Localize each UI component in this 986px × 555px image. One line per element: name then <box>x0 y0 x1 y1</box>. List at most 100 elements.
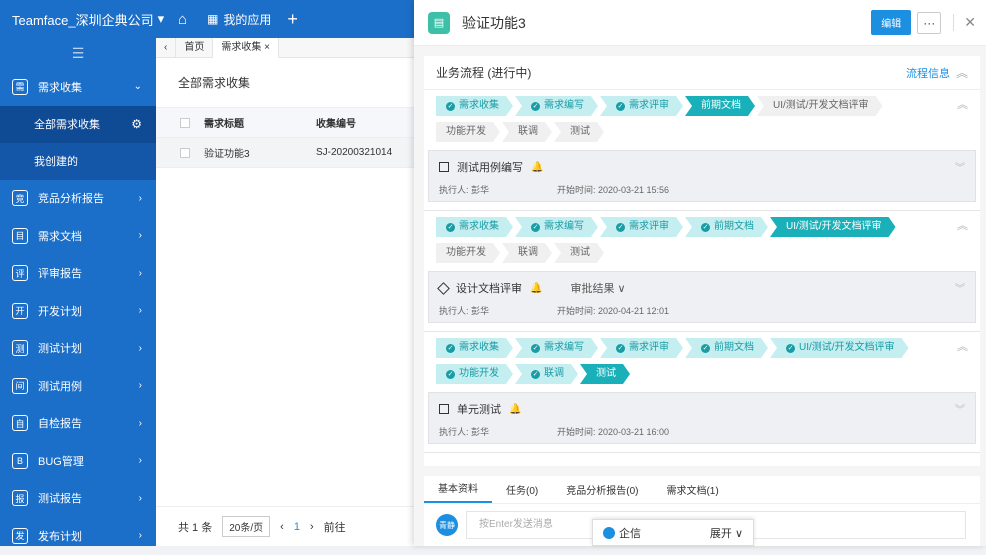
workflow-step[interactable]: 测试 <box>554 243 604 263</box>
sidebar-item[interactable]: 测测试计划 › <box>0 330 156 368</box>
sidebar-item[interactable]: 竞竞品分析报告 › <box>0 180 156 218</box>
tab-basic[interactable]: 基本资料 <box>424 480 492 503</box>
workflow-step[interactable]: ✓ 需求编写 <box>515 217 598 237</box>
tab-requirement[interactable]: 需求收集 × <box>213 37 279 58</box>
step-label: 需求收集 <box>459 342 499 353</box>
bell-icon[interactable]: 🔔 <box>531 162 543 173</box>
add-icon[interactable]: + <box>287 9 298 30</box>
workflow-step[interactable]: UI/测试/开发文档评审 <box>757 96 883 116</box>
company-switcher[interactable]: Teamface_深圳企典公司 ▾ <box>0 10 164 29</box>
step-label: 前期文档 <box>714 221 754 232</box>
expand-icon[interactable]: ︾ <box>955 280 965 295</box>
sidebar-item-label: 测试报告 <box>38 493 82 506</box>
collapse-icon[interactable]: ︽ <box>957 96 968 112</box>
tab-docs[interactable]: 需求文档(1) <box>652 482 732 503</box>
sidebar-item[interactable]: 需需求收集 ⌄ <box>0 68 156 106</box>
panel-title: 验证功能3 <box>462 14 526 31</box>
sidebar-item[interactable]: 开开发计划 › <box>0 292 156 330</box>
tab-home[interactable]: 首页 <box>176 37 214 58</box>
workflow-step[interactable]: ✓ 前期文档 <box>685 338 768 358</box>
sidebar-sub-mine[interactable]: 我创建的 <box>0 142 156 180</box>
workflow-info-link[interactable]: 流程信息 <box>906 65 950 81</box>
tab-competitor[interactable]: 竞品分析报告(0) <box>552 482 652 503</box>
sidebar-item-label: 需求收集 <box>38 81 82 94</box>
qixin-label: 企信 <box>619 527 641 540</box>
more-button[interactable]: ··· <box>917 11 942 34</box>
workflow-step[interactable]: 前期文档 <box>685 96 755 116</box>
prev-page-icon[interactable]: ‹ <box>280 521 284 533</box>
page-number[interactable]: 1 <box>294 521 300 533</box>
gear-icon[interactable]: ⚙ <box>131 117 142 131</box>
workflow-step[interactable]: ✓ 需求收集 <box>436 338 513 358</box>
sidebar-item[interactable]: 自自检报告 › <box>0 405 156 443</box>
workflow-step[interactable]: ✓ UI/测试/开发文档评审 <box>770 338 909 358</box>
sidebar-item[interactable]: 间测试用例 › <box>0 367 156 405</box>
row-checkbox[interactable] <box>180 147 190 158</box>
next-page-icon[interactable]: › <box>310 521 314 533</box>
workflow-step[interactable]: ✓ 需求评审 <box>600 217 683 237</box>
collapse-icon[interactable]: ︽ <box>956 64 968 81</box>
collapse-icon[interactable]: ︽ <box>957 338 968 354</box>
cell-title[interactable]: 验证功能3 <box>204 145 316 160</box>
task-card[interactable]: 单元测试 🔔 执行人: 彭华 开始时间: 2020-03-21 16:00 ︾ <box>428 392 976 444</box>
step-label: 测试 <box>596 368 616 379</box>
workflow-stage: ✓ 需求收集 ✓ 需求编写 ✓ 需求评审 前期文档 UI/测试/开发文档评审功能开发 联调 测试 ︽… <box>424 90 980 211</box>
expand-button[interactable]: 展开 ∨ <box>710 525 743 541</box>
workflow-step[interactable]: 联调 <box>502 122 552 142</box>
step-bar: ✓ 需求收集 ✓ 需求编写 ✓ 需求评审 ✓ 前期文档 ✓ UI/测试/开发文档评审 ✓ 功能开发 ✓ 联… <box>424 338 980 384</box>
sidebar-item[interactable]: 发发布计划 › <box>0 517 156 555</box>
column-code[interactable]: 收集编号 <box>316 115 356 130</box>
qixin-widget[interactable]: 企信 展开 ∨ <box>592 519 754 546</box>
workflow-step[interactable]: ✓ 需求评审 <box>600 338 683 358</box>
workflow-step[interactable]: 联调 <box>502 243 552 263</box>
check-icon: ✓ <box>447 371 454 378</box>
chat-bubble-icon <box>603 526 615 539</box>
table-row[interactable]: 验证功能3 SJ-20200321014 <box>156 138 416 168</box>
workflow-step[interactable]: ✓ 需求收集 <box>436 217 513 237</box>
workflow-step[interactable]: 测试 <box>554 122 604 142</box>
edit-button[interactable]: 编辑 <box>871 10 912 35</box>
page-size-select[interactable]: 20条/页 <box>222 516 271 537</box>
approval-result[interactable]: 审批结果 ∨ <box>570 280 625 296</box>
tab-prev-icon[interactable]: ‹ <box>156 37 177 58</box>
column-title[interactable]: 需求标题 <box>204 115 316 130</box>
expand-icon[interactable]: ︾ <box>955 401 965 416</box>
module-icon: 发 <box>12 527 28 544</box>
workflow-step[interactable]: ✓ 前期文档 <box>685 217 768 237</box>
menu-collapse-icon[interactable]: ☰ <box>0 38 156 68</box>
sidebar-item[interactable]: 评评审报告 › <box>0 255 156 293</box>
step-label: 需求收集 <box>459 221 499 232</box>
sidebar-item[interactable]: 报测试报告 › <box>0 480 156 518</box>
cell-code: SJ-20200321014 <box>316 147 393 158</box>
workflow-step[interactable]: ✓ 联调 <box>515 364 578 384</box>
select-all-checkbox[interactable] <box>180 117 190 128</box>
check-icon: ✓ <box>532 371 539 378</box>
bell-icon[interactable]: 🔔 <box>509 404 521 415</box>
my-apps-button[interactable]: ▦ 我的应用 <box>207 11 271 28</box>
sidebar-item[interactable]: 目需求文档 › <box>0 217 156 255</box>
workflow-step[interactable]: 测试 <box>580 364 630 384</box>
workflow-step[interactable]: ✓ 需求收集 <box>436 96 513 116</box>
workflow-step[interactable]: ✓ 需求评审 <box>600 96 683 116</box>
task-card[interactable]: 测试用例编写 🔔 执行人: 彭华 开始时间: 2020-03-21 15:56 ︾ <box>428 150 976 202</box>
sidebar-sub-all[interactable]: 全部需求收集 ⚙ <box>0 105 156 143</box>
home-icon[interactable]: ⌂ <box>178 11 187 28</box>
chevron-right-icon: › <box>138 305 142 317</box>
close-icon[interactable]: ✕ <box>953 14 976 31</box>
sidebar-item[interactable]: B BUG管理 › <box>0 442 156 480</box>
workflow-step[interactable]: ✓ 功能开发 <box>436 364 513 384</box>
workflow-step[interactable]: 功能开发 <box>436 122 500 142</box>
collapse-icon[interactable]: ︽ <box>957 217 968 233</box>
bell-icon[interactable]: 🔔 <box>530 283 542 294</box>
module-icon: 报 <box>12 490 28 507</box>
workflow-step[interactable]: UI/测试/开发文档评审 <box>770 217 896 237</box>
expand-icon[interactable]: ︾ <box>955 159 965 174</box>
workflow-step[interactable]: ✓ 需求编写 <box>515 96 598 116</box>
task-card[interactable]: 设计文档评审 🔔 审批结果 ∨ 执行人: 彭华 开始时间: 2020-04-21 12:… <box>428 271 976 323</box>
avatar: 青静 <box>436 514 458 536</box>
check-icon: ✓ <box>617 345 624 352</box>
chevron-right-icon: › <box>138 455 142 467</box>
tab-tasks[interactable]: 任务(0) <box>492 482 552 503</box>
workflow-step[interactable]: 功能开发 <box>436 243 500 263</box>
workflow-step[interactable]: ✓ 需求编写 <box>515 338 598 358</box>
